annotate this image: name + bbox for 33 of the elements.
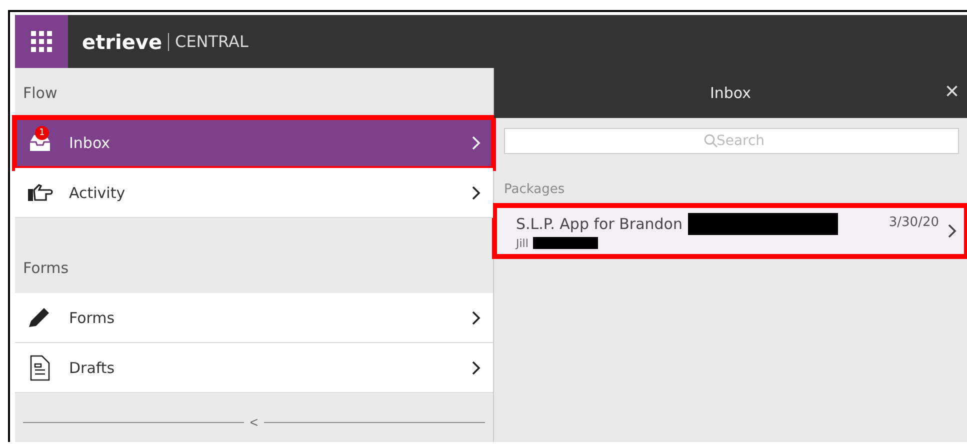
package-item[interactable]: S.L.P. App for Brandon Jill 3/30/20 xyxy=(494,205,967,257)
group-label: Packages xyxy=(504,182,566,197)
search-field[interactable]: Search xyxy=(504,128,959,154)
product-name: CENTRAL xyxy=(175,32,248,51)
sidebar-item-label: Drafts xyxy=(69,358,116,376)
section-title: Forms xyxy=(22,258,70,279)
panel-title: Inbox xyxy=(710,84,752,102)
sidebar-item[interactable]: 1 Inbox xyxy=(15,118,493,168)
chevron-right-icon xyxy=(471,360,481,374)
collapse-button[interactable]: < xyxy=(248,414,260,430)
close-button[interactable]: × xyxy=(944,80,959,104)
sidebar-item-label: Inbox xyxy=(69,134,112,152)
sidebar-item-label: Activity xyxy=(69,184,126,202)
chevron-right-icon xyxy=(471,136,481,150)
pointing-hand-icon xyxy=(27,184,53,202)
redaction-bar xyxy=(533,237,598,249)
package-date: 3/30/20 xyxy=(888,215,939,230)
section-title: Flow xyxy=(22,83,58,104)
search-icon xyxy=(704,134,718,148)
chevron-right-icon xyxy=(947,224,957,238)
sidebar-item-label: Forms xyxy=(69,308,116,326)
chevron-right-icon xyxy=(471,310,481,324)
package-sender: Jill xyxy=(516,236,528,250)
grid-icon xyxy=(30,30,52,52)
sidebar-item[interactable]: Drafts xyxy=(15,343,493,393)
app-launcher-button[interactable] xyxy=(15,15,68,68)
chevron-right-icon xyxy=(471,186,481,200)
sidebar-item[interactable]: Activity xyxy=(15,168,493,218)
document-icon xyxy=(30,354,50,380)
package-title: S.L.P. App for Brandon xyxy=(516,214,682,232)
count-badge: 1 xyxy=(35,126,49,140)
sidebar-item[interactable]: Forms xyxy=(15,293,493,343)
logo: etrieve xyxy=(82,30,162,54)
